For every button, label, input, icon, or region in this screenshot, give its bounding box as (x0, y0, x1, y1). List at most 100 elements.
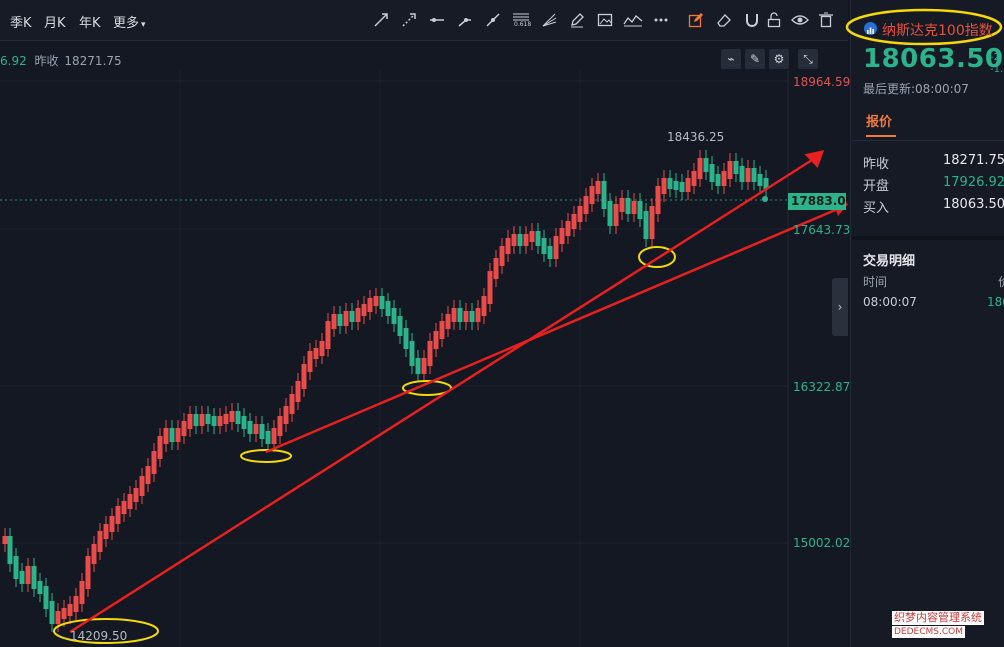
prev-close-label: 昨收 (34, 54, 59, 68)
settings-icon[interactable]: ⚙ (769, 49, 789, 69)
magnet-icon[interactable] (742, 10, 762, 30)
timeframe-month[interactable]: 月K (44, 12, 66, 31)
header-left-value: 6.92 (0, 54, 27, 68)
segment-icon[interactable] (483, 10, 503, 30)
timeframe-more-label: 更多 (113, 16, 140, 31)
trend-angle-icon[interactable] (455, 10, 475, 30)
candle-body (85, 556, 91, 589)
candle-body (187, 414, 193, 429)
candle-body (97, 531, 103, 552)
candle-body (637, 201, 643, 219)
candle-body (109, 516, 115, 532)
candle-body (37, 581, 43, 594)
pen-icon[interactable]: ✎ (745, 49, 765, 69)
candle-body (55, 611, 61, 624)
extended-line-icon[interactable] (399, 10, 419, 30)
candle-body (661, 178, 667, 194)
candle-body (757, 174, 763, 186)
trash-icon[interactable] (816, 10, 836, 30)
candle-body (697, 158, 703, 179)
candle-body (655, 186, 661, 214)
candle-body (733, 161, 739, 174)
chevron-right-icon: › (837, 300, 843, 314)
candle-body (703, 158, 709, 172)
candle-body (307, 351, 313, 372)
candle-body (223, 414, 229, 424)
candle-body (175, 428, 181, 442)
candle-body (169, 428, 175, 442)
candle-body (493, 258, 499, 279)
candle-body (535, 231, 541, 246)
quote-label-open: 开盘 (863, 179, 890, 194)
candle-body (577, 206, 583, 222)
chart-header-info: 6.92 昨收 18271.75 (0, 52, 122, 69)
candle-body (313, 348, 319, 359)
candle-body (475, 308, 481, 322)
more-icon[interactable] (651, 10, 671, 30)
candle-body (247, 421, 253, 434)
candle-body (709, 164, 715, 182)
candle-body (253, 424, 259, 434)
candle-body (751, 168, 757, 182)
candle-body (2, 536, 8, 544)
prev-close-value: 18271.75 (64, 54, 122, 68)
expand-panel-tab[interactable]: › (832, 278, 848, 336)
image-icon[interactable] (595, 10, 615, 30)
current-price: 18063.50 (863, 44, 1004, 74)
candle-body (667, 178, 673, 189)
candle-body (469, 311, 475, 322)
fibonacci-icon[interactable]: 0.618 (511, 10, 531, 30)
candle-body (415, 358, 421, 374)
symbol-name[interactable]: 纳斯达克100指数 (882, 20, 993, 40)
candle-body (553, 236, 559, 259)
candle-body (277, 416, 283, 436)
trades-price-header: 价 (998, 273, 1004, 290)
candle-body (547, 246, 553, 259)
candle-body (49, 601, 55, 624)
candle-body (19, 571, 25, 584)
candle-body (205, 414, 211, 424)
watermark-url: DEDECMS.COM (892, 626, 965, 638)
candle-body (7, 536, 13, 564)
pen-icon[interactable] (567, 10, 587, 30)
candle-body (487, 271, 493, 304)
candle-body (343, 311, 349, 326)
fan-icon[interactable] (539, 10, 559, 30)
candle-body (391, 308, 397, 324)
eraser-icon[interactable] (714, 10, 734, 30)
candle-body (259, 424, 265, 439)
timeframe-year[interactable]: 年K (79, 12, 101, 31)
indicator-icon[interactable]: ⌁ (721, 49, 741, 69)
candle-body (151, 451, 157, 474)
candle-body (367, 298, 373, 312)
quote-value-bid: 18063.50 (943, 197, 1004, 212)
pattern-icon[interactable] (623, 10, 643, 30)
candle-body (319, 341, 325, 356)
lock-icon[interactable] (764, 10, 784, 30)
candle-body (505, 238, 511, 254)
quote-label-prev-close: 昨收 (863, 157, 890, 172)
candle-body (283, 406, 289, 424)
candle-body (409, 341, 415, 366)
edit-icon[interactable] (686, 10, 706, 30)
candle-body (361, 304, 367, 316)
candle-body (301, 364, 307, 389)
fibonacci-ratio-label: 0.618 (514, 21, 532, 28)
candle-body (181, 421, 187, 436)
candle-body (445, 314, 451, 329)
axis-label-15002: 15002.02 (793, 536, 851, 550)
tab-quote[interactable]: 报价 (866, 111, 892, 130)
shrink-icon[interactable]: ⤡ (798, 49, 818, 69)
candle-body (337, 314, 343, 326)
ray-line-icon[interactable] (371, 10, 391, 30)
candle-body (745, 168, 751, 182)
horizontal-line-icon[interactable] (427, 10, 447, 30)
eye-icon[interactable] (790, 10, 810, 30)
candle-body (325, 321, 331, 349)
timeframe-quarter[interactable]: 季K (10, 12, 32, 31)
candle-body (121, 501, 127, 514)
last-updated: 最后更新:08:00:07 (863, 82, 969, 96)
candle-body (61, 608, 67, 619)
timeframe-more[interactable]: 更多 ▾ (113, 12, 146, 31)
candle-body (613, 204, 619, 226)
